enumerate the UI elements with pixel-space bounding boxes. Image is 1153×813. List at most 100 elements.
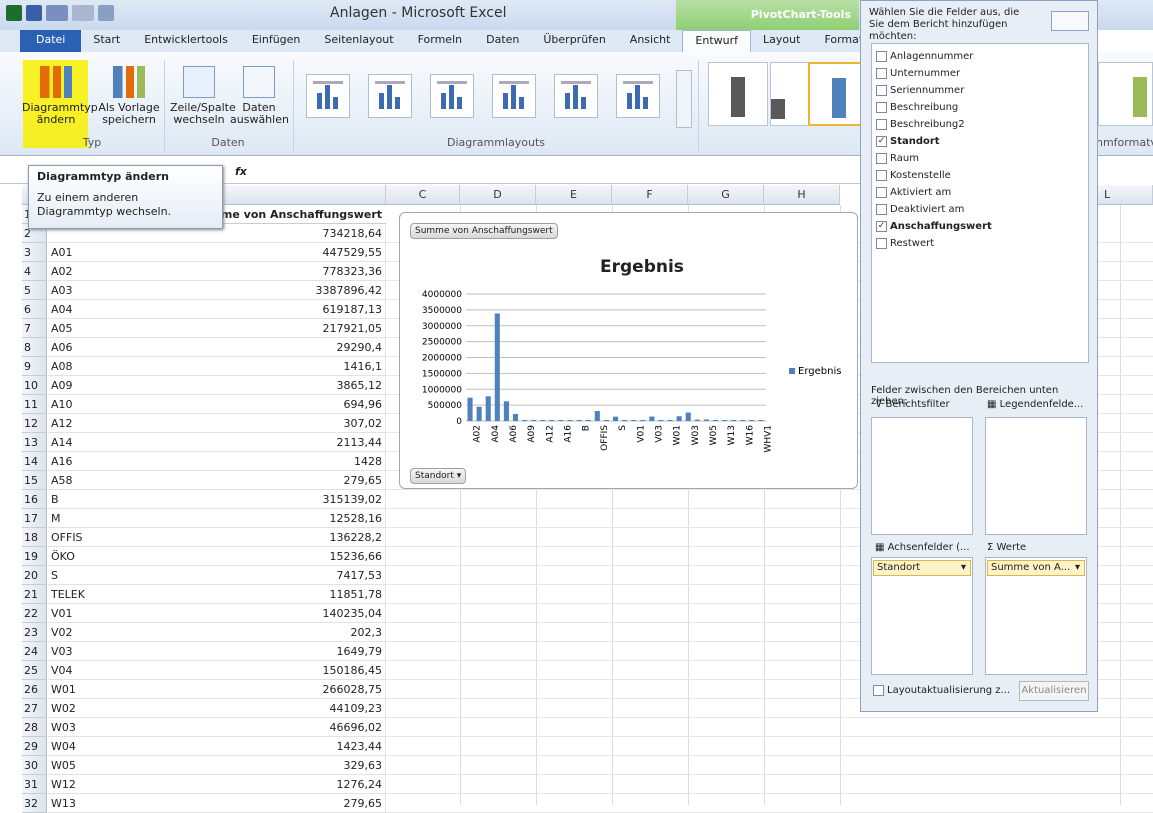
checkbox-icon[interactable]	[876, 119, 887, 130]
switch-row-column-button[interactable]: Zeile/Spalte wechseln	[170, 66, 236, 126]
cell-anschaffungswert[interactable]: 279,65	[208, 471, 386, 490]
row-header[interactable]: 24	[22, 642, 47, 661]
cell-standort[interactable]: W03	[48, 718, 208, 737]
cell-anschaffungswert[interactable]: 11851,78	[208, 585, 386, 604]
field-checkbox-raum[interactable]: Raum	[876, 150, 919, 167]
cell-anschaffungswert[interactable]: 44109,23	[208, 699, 386, 718]
row-header[interactable]: 27	[22, 699, 47, 718]
row-header[interactable]: 3	[22, 243, 47, 262]
row-header[interactable]: 17	[22, 509, 47, 528]
cell-standort[interactable]: A16	[48, 452, 208, 471]
cell-standort[interactable]: A14	[48, 433, 208, 452]
row-header[interactable]: 28	[22, 718, 47, 737]
cell-standort[interactable]: A09	[48, 376, 208, 395]
cell-anschaffungswert[interactable]: 266028,75	[208, 680, 386, 699]
row-header[interactable]: 29	[22, 737, 47, 756]
pivot-chart[interactable]: Summe von Anschaffungswert Ergebnis 4000…	[399, 212, 858, 489]
cell-standort[interactable]: W02	[48, 699, 208, 718]
checkbox-icon[interactable]	[876, 102, 887, 113]
checkbox-icon[interactable]	[876, 170, 887, 181]
checkbox-icon[interactable]	[876, 153, 887, 164]
redo-icon[interactable]	[72, 5, 94, 21]
row-header[interactable]: 12	[22, 414, 47, 433]
field-checkbox-aktiviert-am[interactable]: Aktiviert am	[876, 184, 951, 201]
values-field-item[interactable]: Summe von A... ▾	[987, 560, 1085, 576]
field-checkbox-anlagennummer[interactable]: Anlagennummer	[876, 48, 973, 65]
layout-thumb-6[interactable]	[616, 74, 660, 118]
cell-anschaffungswert[interactable]: 136228,2	[208, 528, 386, 547]
layout-gallery-scroll[interactable]	[676, 70, 692, 128]
field-checkbox-restwert[interactable]: Restwert	[876, 235, 934, 252]
checkbox-icon[interactable]	[876, 85, 887, 96]
row-header[interactable]: 16	[22, 490, 47, 509]
save-as-template-button[interactable]: Als Vorlage speichern	[97, 66, 161, 126]
cell-standort[interactable]: V03	[48, 642, 208, 661]
cell-anschaffungswert[interactable]: 1416,1	[208, 357, 386, 376]
layout-thumb-5[interactable]	[554, 74, 598, 118]
row-header[interactable]: 26	[22, 680, 47, 699]
print-preview-icon[interactable]	[98, 5, 114, 21]
row-header[interactable]: 6	[22, 300, 47, 319]
cell-anschaffungswert[interactable]: 447529,55	[208, 243, 386, 262]
report-filter-zone[interactable]	[871, 417, 973, 535]
checkbox-icon[interactable]	[876, 68, 887, 79]
cell-standort[interactable]: TELEK	[48, 585, 208, 604]
row-header[interactable]: 32	[22, 794, 47, 813]
field-checkbox-beschreibung2[interactable]: Beschreibung2	[876, 116, 965, 133]
checkbox-icon[interactable]: ✓	[876, 221, 887, 232]
cell-anschaffungswert[interactable]: 29290,4	[208, 338, 386, 357]
tab-ueberpruefen[interactable]: Überprüfen	[531, 30, 617, 52]
undo-icon[interactable]	[46, 5, 68, 21]
axis-field-button[interactable]: Standort ▾	[410, 468, 467, 484]
column-header-e[interactable]: E	[536, 185, 612, 205]
tab-entwurf[interactable]: Entwurf	[682, 30, 752, 52]
cell-anschaffungswert[interactable]: 694,96	[208, 395, 386, 414]
cell-anschaffungswert[interactable]: 150186,45	[208, 661, 386, 680]
axis-fields-zone[interactable]: Standort ▾	[871, 557, 973, 675]
fx-icon[interactable]: fx	[235, 165, 247, 178]
checkbox-icon[interactable]	[876, 238, 887, 249]
cell-anschaffungswert[interactable]: 1649,79	[208, 642, 386, 661]
cell-anschaffungswert[interactable]: 3865,12	[208, 376, 386, 395]
row-header[interactable]: 15	[22, 471, 47, 490]
column-header-c[interactable]: C	[386, 185, 460, 205]
row-header[interactable]: 5	[22, 281, 47, 300]
column-header-d[interactable]: D	[460, 185, 536, 205]
cell-anschaffungswert[interactable]: 202,3	[208, 623, 386, 642]
cell-anschaffungswert[interactable]: 46696,02	[208, 718, 386, 737]
cell-standort[interactable]: V02	[48, 623, 208, 642]
column-header-g[interactable]: G	[688, 185, 764, 205]
tab-ansicht[interactable]: Ansicht	[618, 30, 683, 52]
cell-standort[interactable]: A02	[48, 262, 208, 281]
column-header-l[interactable]: L	[1098, 185, 1153, 205]
cell-standort[interactable]: A06	[48, 338, 208, 357]
cell-standort[interactable]: V01	[48, 604, 208, 623]
row-header[interactable]: 25	[22, 661, 47, 680]
cell-anschaffungswert[interactable]: 140235,04	[208, 604, 386, 623]
select-data-button[interactable]: Daten auswählen	[230, 66, 289, 126]
cell-anschaffungswert[interactable]: 307,02	[208, 414, 386, 433]
row-header[interactable]: 23	[22, 623, 47, 642]
row-header[interactable]: 7	[22, 319, 47, 338]
layout-thumb-3[interactable]	[430, 74, 474, 118]
row-header[interactable]: 22	[22, 604, 47, 623]
cell-standort[interactable]: W01	[48, 680, 208, 699]
cell-anschaffungswert[interactable]: 778323,36	[208, 262, 386, 281]
cell-standort[interactable]: A01	[48, 243, 208, 262]
tab-layout[interactable]: Layout	[751, 30, 812, 52]
field-checkbox-unternummer[interactable]: Unternummer	[876, 65, 960, 82]
chart-style-4[interactable]	[1098, 62, 1153, 126]
field-checkbox-kostenstelle[interactable]: Kostenstelle	[876, 167, 951, 184]
row-header[interactable]: 20	[22, 566, 47, 585]
row-header[interactable]: 11	[22, 395, 47, 414]
row-header[interactable]: 8	[22, 338, 47, 357]
tab-formeln[interactable]: Formeln	[406, 30, 475, 52]
cell-standort[interactable]: S	[48, 566, 208, 585]
cell-anschaffungswert[interactable]: 2113,44	[208, 433, 386, 452]
change-chart-type-button[interactable]: Diagrammtyp ändern	[22, 66, 98, 126]
tab-entwicklertools[interactable]: Entwicklertools	[132, 30, 240, 52]
cell-anschaffungswert[interactable]: 1428	[208, 452, 386, 471]
field-checkbox-deaktiviert-am[interactable]: Deaktiviert am	[876, 201, 964, 218]
row-header[interactable]: 13	[22, 433, 47, 452]
cell-anschaffungswert[interactable]: 15236,66	[208, 547, 386, 566]
